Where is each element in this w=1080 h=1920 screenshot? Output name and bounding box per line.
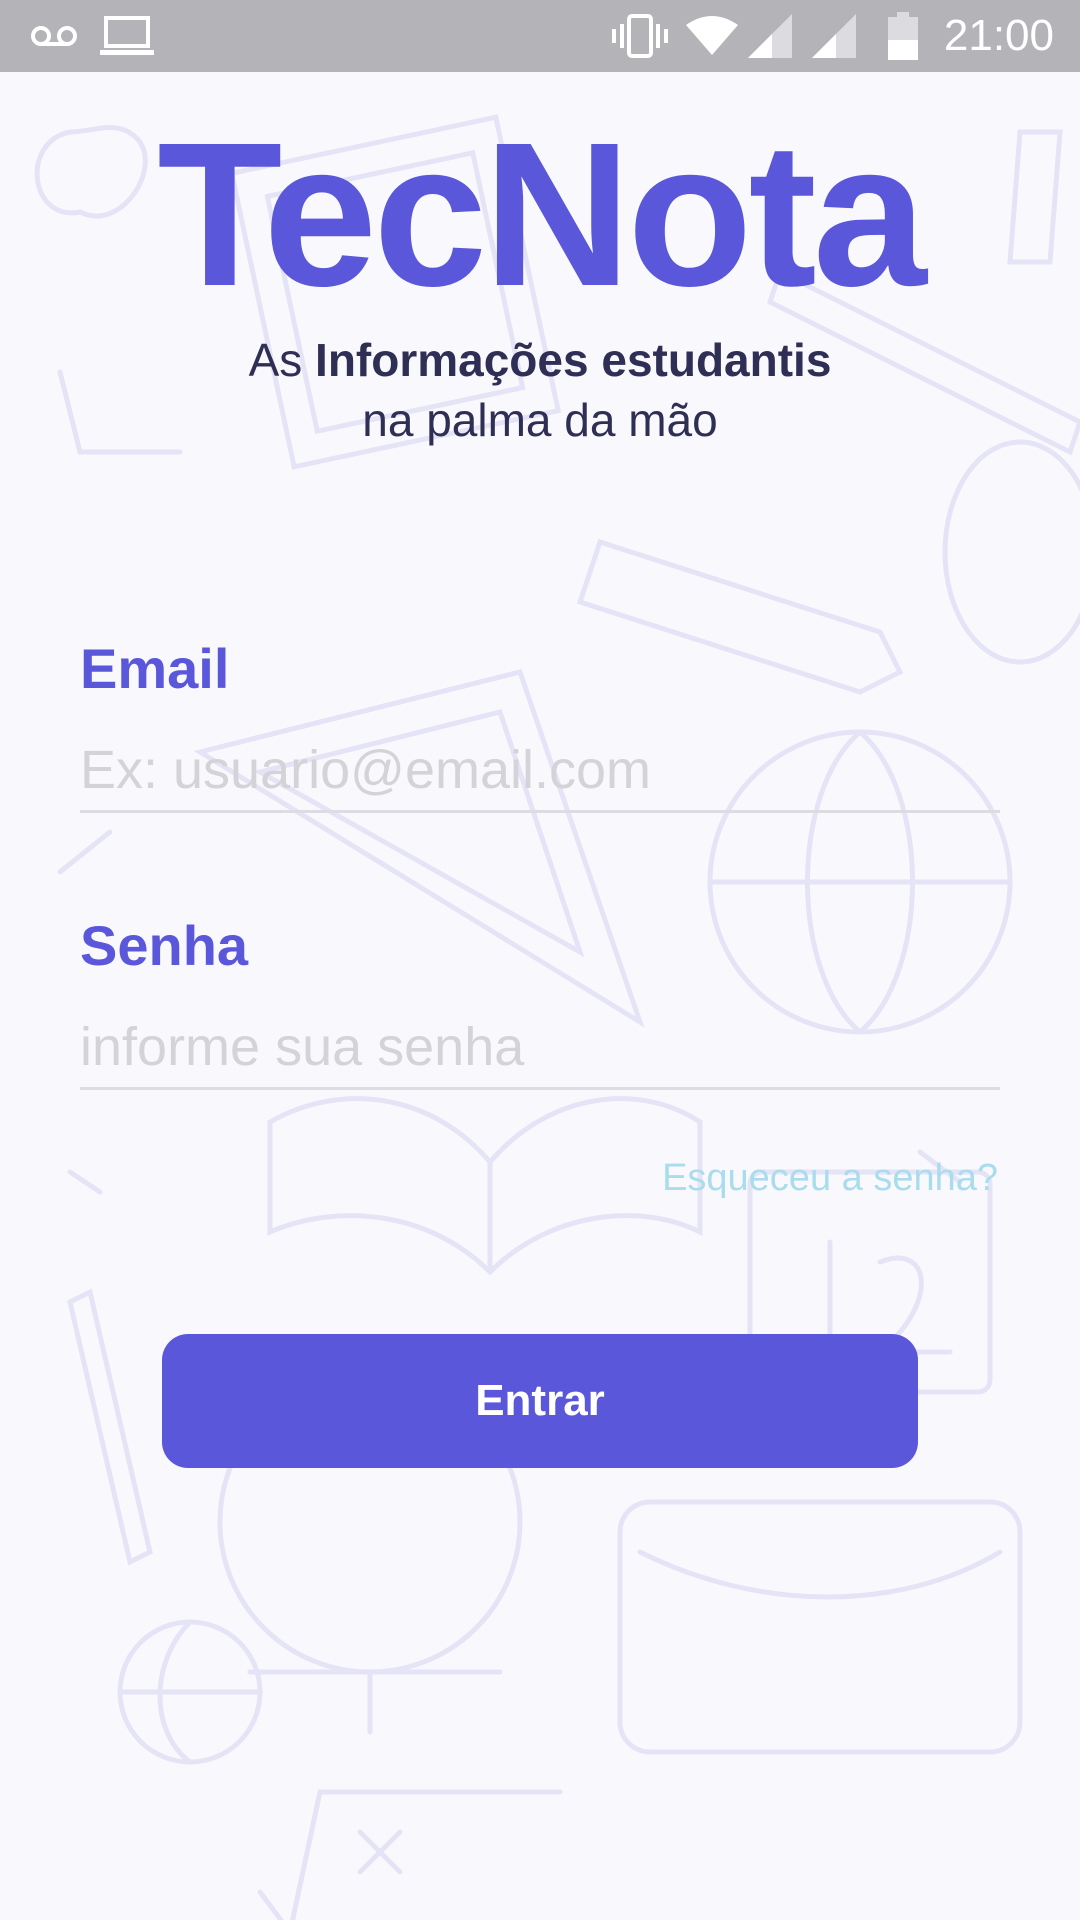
wifi-icon xyxy=(686,0,738,72)
password-label: Senha xyxy=(80,914,249,977)
signal-icon xyxy=(812,0,856,72)
forgot-password-link[interactable]: Esqueceu a senha? xyxy=(662,1157,998,1200)
email-label: Email xyxy=(80,637,230,700)
tagline-prefix: As xyxy=(248,334,316,386)
tagline-line-1: As Informações estudantis xyxy=(0,330,1080,390)
status-time: 21:00 xyxy=(943,11,1054,60)
voicemail-icon xyxy=(30,0,78,72)
battery-icon xyxy=(888,0,918,72)
password-field[interactable] xyxy=(80,1007,1000,1090)
tagline-line-2: na palma da mão xyxy=(362,394,718,446)
status-bar: 21:00 xyxy=(0,0,1080,72)
app-tagline: As Informações estudantis na palma da mã… xyxy=(0,330,1080,450)
signal-icon xyxy=(748,0,792,72)
tagline-bold: Informações estudantis xyxy=(315,334,832,386)
login-button[interactable]: Entrar xyxy=(162,1334,918,1468)
vibrate-icon xyxy=(612,0,668,72)
email-field[interactable] xyxy=(80,730,1000,813)
laptop-icon xyxy=(100,0,154,72)
app-logo: TecNota xyxy=(157,100,927,329)
